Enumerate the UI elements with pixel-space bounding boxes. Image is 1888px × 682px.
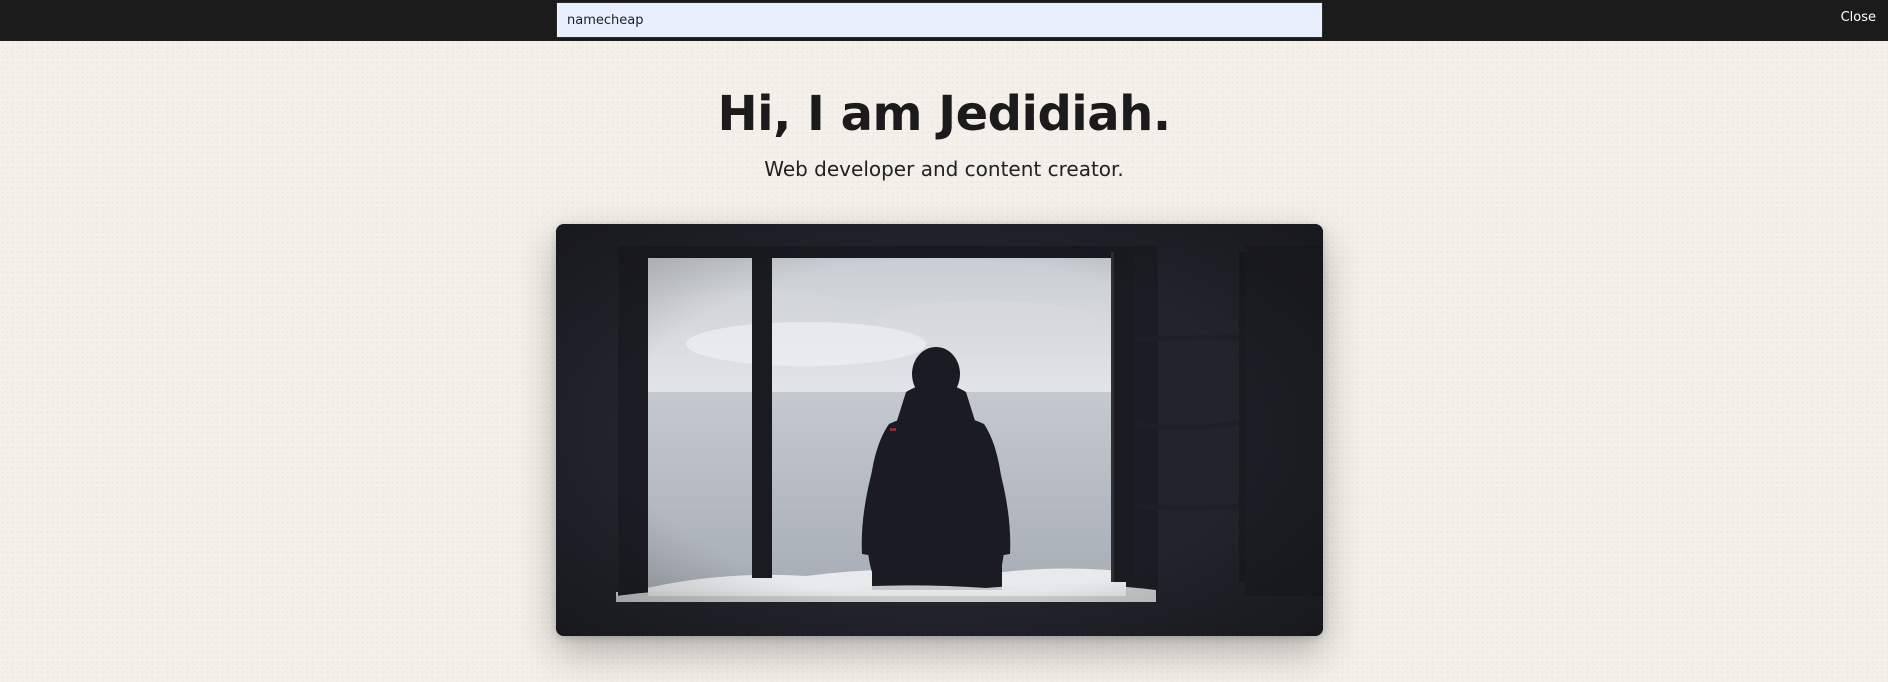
- hero-title: Hi, I am Jedidiah.: [717, 86, 1171, 142]
- search-input[interactable]: [556, 2, 1323, 38]
- hero-image: [556, 224, 1323, 636]
- top-search-bar: Close: [0, 0, 1888, 41]
- window-silhouette-photo: [556, 224, 1323, 636]
- close-button[interactable]: Close: [1841, 10, 1876, 25]
- hero-subtitle: Web developer and content creator.: [764, 157, 1124, 181]
